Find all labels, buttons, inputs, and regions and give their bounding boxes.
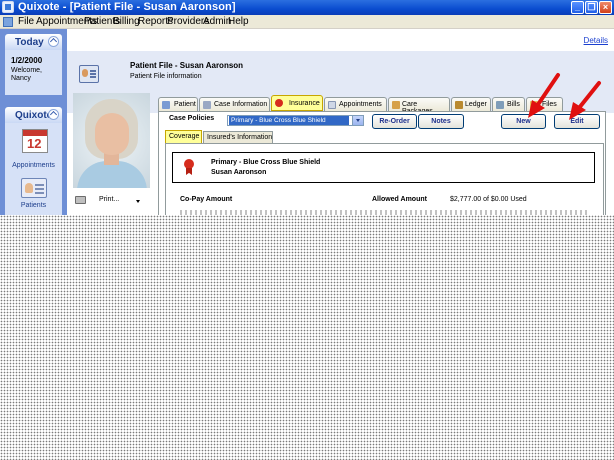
patient-file-icon	[79, 65, 99, 83]
today-panel-title: Today	[15, 37, 44, 48]
today-panel-header[interactable]: Today	[5, 34, 62, 50]
menu-billing[interactable]: Billing	[113, 16, 140, 27]
today-date: 1/2/2000	[11, 56, 43, 65]
ribbon-icon	[275, 99, 283, 107]
chevron-down-icon[interactable]	[352, 116, 363, 125]
calendar-icon[interactable]: 12	[22, 129, 48, 153]
welcome-text: Welcome,	[11, 67, 42, 74]
tab-insurance[interactable]: Insurance	[271, 95, 323, 111]
tab-care-packages[interactable]: Care Packages	[388, 97, 450, 115]
annotation-arrow-edit	[569, 81, 601, 120]
case-policy-selected: Primary - Blue Cross Blue Shield	[229, 116, 349, 125]
tab-patient[interactable]: Patient	[158, 97, 198, 111]
allowed-amount-label: Allowed Amount	[372, 196, 427, 203]
policy-summary: Primary - Blue Cross Blue Shield Susan A…	[172, 152, 595, 183]
document-menu-icon[interactable]	[3, 17, 13, 27]
ledger-icon	[455, 101, 463, 109]
sidebar-item-appointments[interactable]: Appointments	[5, 162, 62, 169]
sidebar-item-patients[interactable]: Patients	[5, 202, 62, 209]
window-title: Quixote - [Patient File - Susan Aaronson…	[18, 1, 236, 13]
patient-file-icon[interactable]	[21, 178, 47, 198]
details-link[interactable]: Details	[584, 36, 608, 45]
obscured-area	[0, 215, 614, 460]
tab-ledger[interactable]: Ledger	[451, 97, 491, 111]
patient-photo	[73, 93, 150, 188]
quixote-panel-header[interactable]: Quixote	[5, 107, 62, 123]
restore-button[interactable]: ❐	[585, 1, 598, 14]
page-title: Patient File - Susan Aaronson	[130, 61, 244, 70]
case-policies-select[interactable]: Primary - Blue Cross Blue Shield	[227, 115, 364, 126]
ribbon-icon	[184, 159, 194, 169]
print-label: Print...	[99, 196, 120, 203]
quixote-panel: 12 Appointments Patients	[5, 123, 62, 215]
notes-button[interactable]: Notes	[418, 114, 464, 129]
package-icon	[392, 101, 400, 109]
collapse-icon[interactable]	[48, 109, 59, 120]
left-navigation: Today 1/2/2000 Welcome, Nancy Quixote 12…	[0, 29, 67, 215]
patient-icon	[162, 101, 170, 109]
dropdown-arrow-icon[interactable]	[136, 200, 140, 203]
insurance-panel: Case Policies Primary - Blue Cross Blue …	[158, 111, 606, 216]
bills-icon	[496, 101, 504, 109]
print-button[interactable]: Print...	[75, 194, 145, 208]
coverage-panel: Primary - Blue Cross Blue Shield Susan A…	[165, 143, 604, 216]
printer-icon	[75, 196, 86, 204]
page-subtitle: Patient File information	[130, 73, 202, 80]
menu-bar: File Appointments Patients Billing Repor…	[0, 15, 614, 29]
main-content: Details Patient File - Susan Aaronson Pa…	[67, 29, 614, 216]
reorder-button[interactable]: Re-Order	[372, 114, 417, 129]
copay-label: Co-Pay Amount	[180, 196, 233, 203]
policy-name: Primary - Blue Cross Blue Shield	[211, 159, 321, 166]
app-icon	[2, 1, 14, 13]
minimize-button[interactable]: _	[571, 1, 584, 14]
title-bar: Quixote - [Patient File - Susan Aaronson…	[0, 0, 614, 15]
case-policies-label: Case Policies	[169, 115, 215, 122]
calendar-icon	[328, 101, 336, 109]
menu-help[interactable]: Help	[228, 16, 249, 27]
tab-case-information[interactable]: Case Information	[199, 97, 270, 111]
allowed-amount-value: $2,777.00 of $0.00 Used	[450, 196, 527, 203]
close-button[interactable]: ×	[599, 1, 612, 14]
today-panel: 1/2/2000 Welcome, Nancy	[5, 50, 62, 95]
policy-holder: Susan Aaronson	[211, 169, 267, 176]
collapse-icon[interactable]	[48, 36, 59, 47]
case-icon	[203, 101, 211, 109]
subtab-coverage[interactable]: Coverage	[165, 130, 202, 143]
user-name: Nancy	[11, 75, 31, 82]
quixote-panel-title: Quixote	[15, 110, 53, 121]
tab-appointments[interactable]: Appointments	[324, 97, 387, 111]
menu-file[interactable]: File	[18, 16, 34, 27]
subtab-insureds-information[interactable]: Insured's Information	[203, 131, 273, 143]
